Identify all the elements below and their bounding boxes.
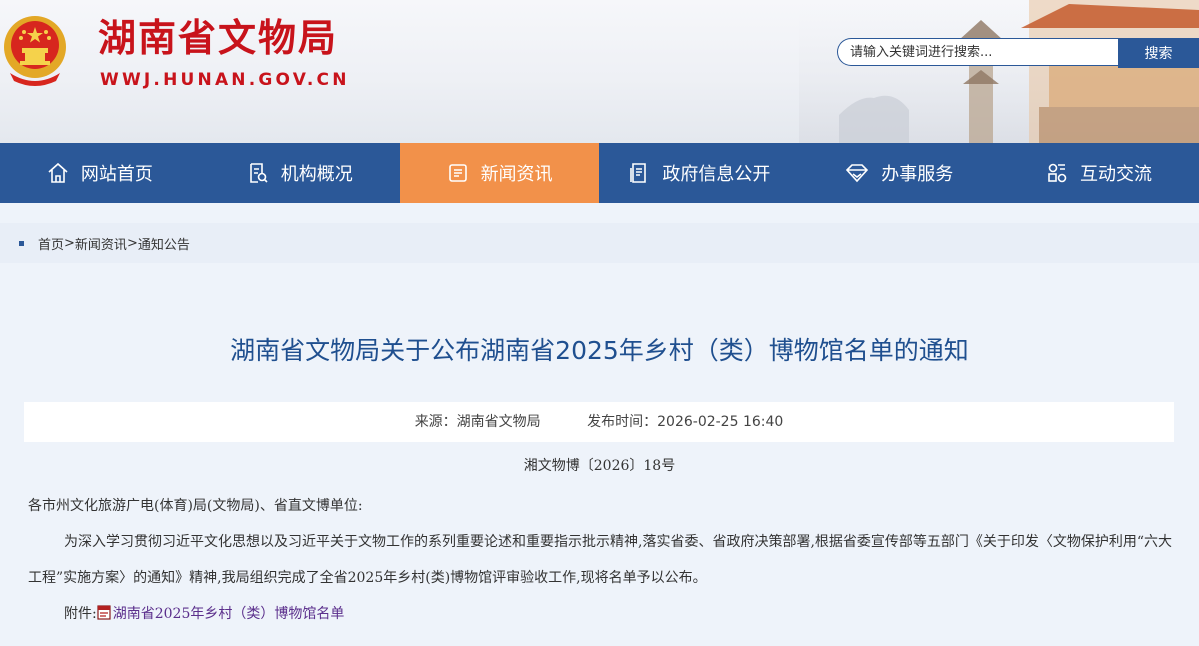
document-number: 湘文物博〔2026〕18号 <box>523 458 676 474</box>
attachment-label: 附件: <box>64 606 97 622</box>
site-header: 湖南省文物局 WWJ.HUNAN.GOV.CN 搜索 <box>0 0 1199 143</box>
home-icon <box>48 162 68 183</box>
bullet-square-icon <box>19 240 24 246</box>
nav-item-gov-info[interactable]: 政府信息公开 <box>599 143 799 203</box>
nav-label: 互动交流 <box>1080 164 1153 185</box>
article-meta: 来源：湖南省文物局 发布时间：2026-02-25 16:40 <box>24 402 1174 442</box>
nav-item-news[interactable]: 新闻资讯 <box>399 143 600 203</box>
nav-label: 政府信息公开 <box>662 164 771 185</box>
breadcrumb: 首页 > 新闻资讯 > 通知公告 <box>0 223 1199 263</box>
nav-label: 新闻资讯 <box>480 164 553 185</box>
nav-item-interact[interactable]: 互动交流 <box>999 143 1199 203</box>
article-body: 各市州文化旅游广电(体育)局(文物局)、省直文博单位: 为深入学习贯彻习近平文化… <box>28 488 1173 632</box>
search-button[interactable]: 搜索 <box>1118 38 1199 68</box>
nav-label: 网站首页 <box>80 164 153 185</box>
article-source: 来源：湖南省文物局 <box>414 414 541 430</box>
search-box: 搜索 <box>837 38 1199 68</box>
info-doc-icon <box>630 163 647 183</box>
pdf-file-icon <box>97 605 111 620</box>
org-doc-icon <box>249 163 268 183</box>
nav-item-services[interactable]: 办事服务 <box>799 143 999 203</box>
attachment-link[interactable]: 湖南省2025年乡村（类）博物馆名单 <box>113 606 345 622</box>
breadcrumb-separator: > <box>126 235 138 251</box>
main-nav: 网站首页 机构概况 新闻资讯 政府信息公开 办事服务 互动交流 <box>0 143 1199 203</box>
search-input[interactable] <box>837 38 1119 66</box>
article-salutation: 各市州文化旅游广电(体育)局(文物局)、省直文博单位: <box>28 498 363 514</box>
nav-label: 办事服务 <box>881 164 954 185</box>
breadcrumb-home[interactable]: 首页 <box>38 234 64 253</box>
nav-item-home[interactable]: 网站首页 <box>0 143 200 203</box>
attachment-line: 附件: 湖南省2025年乡村（类）博物馆名单 <box>28 596 1173 632</box>
national-emblem-icon <box>4 16 66 86</box>
article-publish-time: 发布时间：2026-02-25 16:40 <box>587 414 784 430</box>
site-title[interactable]: 湖南省文物局 <box>98 15 338 61</box>
breadcrumb-separator: > <box>64 235 75 251</box>
news-icon <box>448 164 467 182</box>
nav-item-org[interactable]: 机构概况 <box>200 143 400 203</box>
nav-label: 机构概况 <box>280 164 353 185</box>
interact-icon <box>1048 163 1067 183</box>
pavilion-scenery-image <box>799 0 1199 143</box>
diamond-icon <box>846 164 869 183</box>
article-paragraph: 为深入学习贯彻习近平文化思想以及习近平关于文物工作的系列重要论述和重要指示批示精… <box>28 534 1173 586</box>
site-domain: WWJ.HUNAN.GOV.CN <box>100 70 350 90</box>
breadcrumb-notices[interactable]: 通知公告 <box>138 234 190 253</box>
article-title: 湖南省文物局关于公布湖南省2025年乡村（类）博物馆名单的通知 <box>230 336 969 365</box>
breadcrumb-news[interactable]: 新闻资讯 <box>75 234 127 253</box>
article-container: 湖南省文物局关于公布湖南省2025年乡村（类）博物馆名单的通知 来源：湖南省文物… <box>0 283 1199 646</box>
